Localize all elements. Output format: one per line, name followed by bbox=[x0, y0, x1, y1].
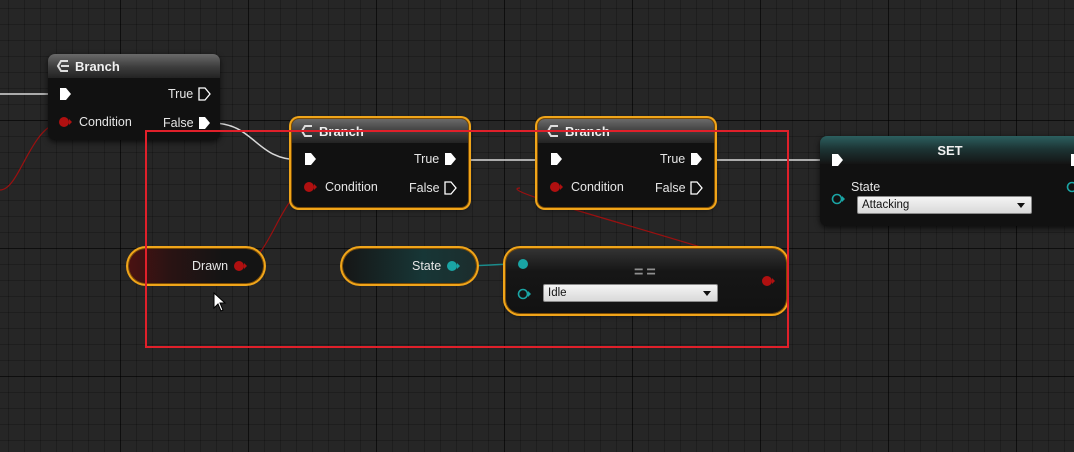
exec-pin-icon[interactable] bbox=[198, 116, 211, 130]
branch-node-1-title: Branch bbox=[75, 58, 120, 74]
set-node-state-label: State bbox=[851, 180, 881, 194]
branch-node-1-header[interactable]: Branch bbox=[48, 54, 220, 78]
enum-pin-icon[interactable] bbox=[1066, 181, 1074, 193]
set-node-title: SET bbox=[937, 142, 963, 158]
set-node-header[interactable]: SET bbox=[820, 136, 1074, 164]
branch-icon bbox=[56, 58, 72, 74]
exec-pin-icon[interactable] bbox=[59, 87, 72, 101]
mouse-cursor-icon bbox=[213, 292, 227, 312]
branch-node-1[interactable]: Branch True Condition False bbox=[48, 54, 220, 140]
exec-pin-icon[interactable] bbox=[198, 87, 211, 101]
set-node-dropdown-value: Attacking bbox=[862, 199, 910, 211]
set-node[interactable]: SET State Attacking bbox=[820, 136, 1074, 226]
chevron-down-icon bbox=[1017, 203, 1025, 208]
exec-pin-icon[interactable] bbox=[831, 153, 844, 167]
annotation-highlight-box bbox=[145, 130, 789, 348]
exec-pin-icon[interactable] bbox=[1070, 153, 1074, 167]
bool-pin-icon[interactable] bbox=[58, 116, 73, 128]
enum-pin-icon[interactable] bbox=[831, 193, 846, 205]
set-node-state-dropdown[interactable]: Attacking bbox=[857, 196, 1032, 214]
branch-node-1-false-label: False bbox=[163, 116, 194, 130]
branch-node-1-true-label: True bbox=[168, 87, 194, 101]
branch-node-1-condition-label: Condition bbox=[79, 115, 132, 129]
